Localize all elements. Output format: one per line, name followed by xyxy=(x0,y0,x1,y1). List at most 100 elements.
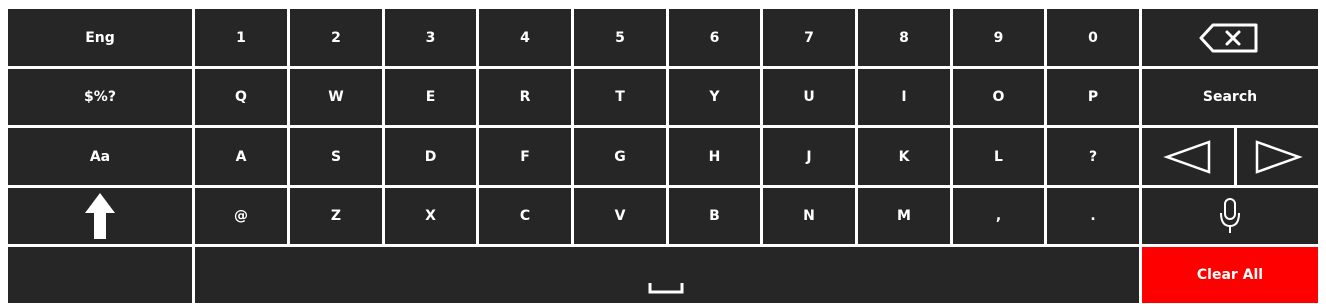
microphone-key[interactable] xyxy=(1142,188,1318,244)
key-label: 7 xyxy=(804,29,814,46)
key-label: T xyxy=(615,89,625,105)
key-label: I xyxy=(901,89,907,105)
cursor-right-key[interactable] xyxy=(1237,128,1318,185)
key-label: U xyxy=(803,89,815,105)
key-comma[interactable]: , xyxy=(953,188,1044,244)
key-label: @ xyxy=(234,208,248,224)
key-label: 9 xyxy=(993,29,1004,46)
space-bar-icon xyxy=(648,282,684,294)
key-2[interactable]: 2 xyxy=(290,9,382,66)
key-label: W xyxy=(328,89,344,105)
key-g[interactable]: G xyxy=(574,128,666,185)
key-y[interactable]: Y xyxy=(669,69,760,125)
key-label: 8 xyxy=(899,29,909,46)
key-b[interactable]: B xyxy=(669,188,760,244)
clear-all-button[interactable]: Clear All xyxy=(1142,247,1318,303)
key-a[interactable]: A xyxy=(195,128,287,185)
shift-arrow-up-icon xyxy=(84,192,116,240)
key-label: L xyxy=(994,148,1003,165)
key-d[interactable]: D xyxy=(385,128,476,185)
key-1[interactable]: 1 xyxy=(195,9,287,66)
key-label: K xyxy=(898,148,910,165)
key-label: 6 xyxy=(709,29,720,46)
key-label: 0 xyxy=(1088,29,1098,46)
key-m[interactable]: M xyxy=(858,188,950,244)
key-u[interactable]: U xyxy=(763,69,855,125)
key-label: O xyxy=(992,89,1005,105)
key-label: F xyxy=(520,148,530,165)
key-v[interactable]: V xyxy=(574,188,666,244)
clear-all-label: Clear All xyxy=(1196,267,1264,283)
arrow-left-icon xyxy=(1163,139,1213,175)
key-label: B xyxy=(709,208,720,224)
key-c[interactable]: C xyxy=(479,188,571,244)
key-label: R xyxy=(519,89,531,105)
on-screen-keyboard: Eng 1 2 3 4 5 6 7 8 9 0 $%? Q W E R T Y … xyxy=(0,0,1326,304)
key-label: P xyxy=(1087,89,1099,105)
key-9[interactable]: 9 xyxy=(953,9,1044,66)
key-label: G xyxy=(614,148,626,165)
key-label: Z xyxy=(330,208,342,224)
key-label: V xyxy=(614,208,626,224)
key-label: , xyxy=(995,208,1002,224)
key-6[interactable]: 6 xyxy=(669,9,760,66)
case-toggle-label: Aa xyxy=(89,148,111,165)
backspace-key[interactable] xyxy=(1142,9,1318,66)
cursor-left-key[interactable] xyxy=(1142,128,1234,185)
key-3[interactable]: 3 xyxy=(385,9,476,66)
key-w[interactable]: W xyxy=(290,69,382,125)
key-at[interactable]: @ xyxy=(195,188,287,244)
key-n[interactable]: N xyxy=(763,188,855,244)
key-s[interactable]: S xyxy=(290,128,382,185)
key-label: 5 xyxy=(615,29,625,46)
shift-key[interactable] xyxy=(8,188,192,244)
key-label: 3 xyxy=(425,29,436,46)
key-t[interactable]: T xyxy=(574,69,666,125)
key-period[interactable]: . xyxy=(1047,188,1139,244)
key-l[interactable]: L xyxy=(953,128,1044,185)
key-h[interactable]: H xyxy=(669,128,760,185)
case-toggle-key[interactable]: Aa xyxy=(8,128,192,185)
language-key-label: Eng xyxy=(85,29,115,46)
blank-key xyxy=(8,247,192,303)
key-8[interactable]: 8 xyxy=(858,9,950,66)
key-label: 1 xyxy=(236,29,246,46)
key-label: . xyxy=(1090,208,1096,224)
space-bar[interactable] xyxy=(195,247,1139,303)
key-q[interactable]: Q xyxy=(195,69,287,125)
key-label: M xyxy=(897,208,911,224)
key-label: E xyxy=(425,89,436,105)
key-label: Q xyxy=(235,89,247,105)
symbols-key[interactable]: $%? xyxy=(8,69,192,125)
key-j[interactable]: J xyxy=(763,128,855,185)
key-p[interactable]: P xyxy=(1047,69,1139,125)
key-7[interactable]: 7 xyxy=(763,9,855,66)
key-label: A xyxy=(235,148,247,165)
key-e[interactable]: E xyxy=(385,69,476,125)
key-label: C xyxy=(519,208,531,224)
key-label: J xyxy=(806,148,812,165)
key-o[interactable]: O xyxy=(953,69,1044,125)
key-label: ? xyxy=(1088,148,1098,165)
key-label: Y xyxy=(709,89,720,105)
arrow-right-icon xyxy=(1253,139,1303,175)
key-question-mark[interactable]: ? xyxy=(1047,128,1139,185)
key-0[interactable]: 0 xyxy=(1047,9,1139,66)
key-k[interactable]: K xyxy=(858,128,950,185)
language-key[interactable]: Eng xyxy=(8,9,192,66)
key-label: X xyxy=(425,208,436,224)
key-label: 2 xyxy=(331,29,341,46)
key-f[interactable]: F xyxy=(479,128,571,185)
backspace-icon xyxy=(1198,22,1262,54)
key-i[interactable]: I xyxy=(858,69,950,125)
search-key[interactable]: Search xyxy=(1142,69,1318,125)
key-4[interactable]: 4 xyxy=(479,9,571,66)
key-x[interactable]: X xyxy=(385,188,476,244)
key-r[interactable]: R xyxy=(479,69,571,125)
key-label: D xyxy=(424,148,437,165)
key-5[interactable]: 5 xyxy=(574,9,666,66)
key-label: N xyxy=(803,208,815,224)
search-key-label: Search xyxy=(1202,89,1258,105)
key-z[interactable]: Z xyxy=(290,188,382,244)
key-label: H xyxy=(708,148,721,165)
